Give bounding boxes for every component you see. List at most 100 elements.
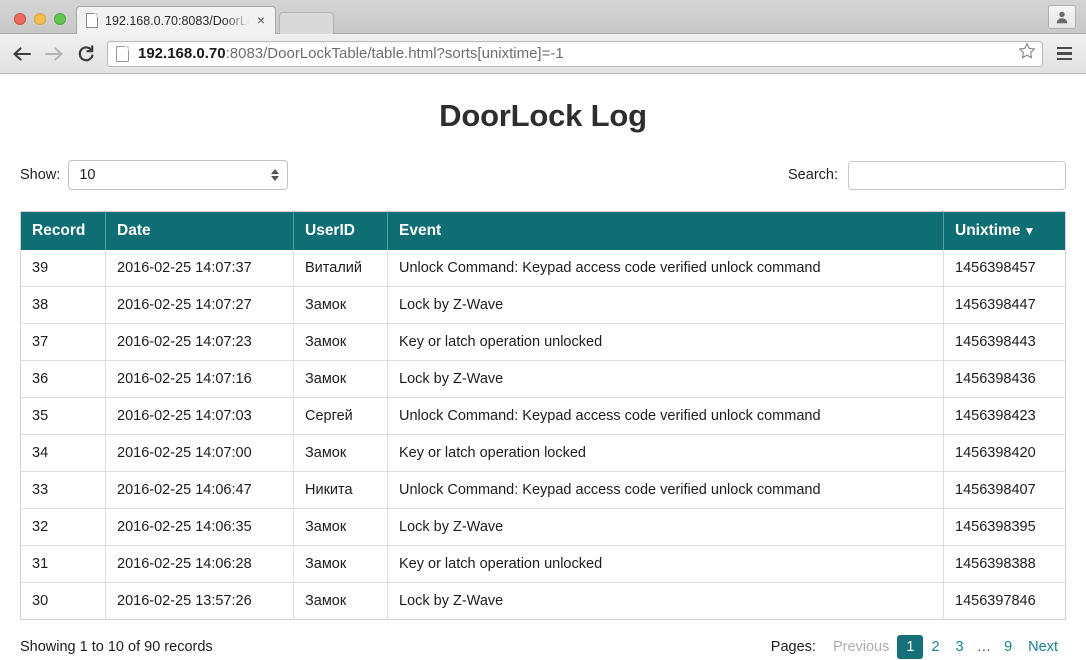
cell-userid: Замок: [294, 509, 388, 546]
cell-userid: Никита: [294, 472, 388, 509]
hamburger-line: [1057, 52, 1072, 55]
column-header-unixtime[interactable]: Unixtime▼: [944, 212, 1066, 251]
reload-icon: [76, 44, 96, 64]
star-icon: [1018, 42, 1036, 60]
minimize-window-button[interactable]: [34, 13, 46, 25]
column-header-record[interactable]: Record: [21, 212, 106, 251]
cell-unixtime: 1456397846: [944, 583, 1066, 620]
maximize-window-button[interactable]: [54, 13, 66, 25]
cell-unixtime: 1456398420: [944, 435, 1066, 472]
pagination-previous[interactable]: Previous: [825, 636, 897, 658]
cell-date: 2016-02-25 14:06:35: [106, 509, 294, 546]
profile-button[interactable]: [1048, 5, 1076, 29]
table-row: 332016-02-25 14:06:47НикитаUnlock Comman…: [21, 472, 1066, 509]
page-favicon-icon: [86, 13, 98, 28]
cell-userid: Замок: [294, 324, 388, 361]
table-header-row: Record Date UserID Event Unixtime▼: [21, 212, 1066, 251]
column-header-date[interactable]: Date: [106, 212, 294, 251]
table-row: 342016-02-25 14:07:00ЗамокKey or latch o…: [21, 435, 1066, 472]
bookmark-star-icon[interactable]: [1018, 42, 1036, 65]
cell-unixtime: 1456398423: [944, 398, 1066, 435]
cell-record: 39: [21, 250, 106, 287]
cell-date: 2016-02-25 14:07:23: [106, 324, 294, 361]
cell-userid: Замок: [294, 361, 388, 398]
forward-button[interactable]: [43, 43, 65, 65]
address-bar[interactable]: 192.168.0.70:8083/DoorLockTable/table.ht…: [107, 41, 1043, 67]
back-button[interactable]: [11, 43, 33, 65]
cell-record: 33: [21, 472, 106, 509]
cell-event: Key or latch operation unlocked: [388, 324, 944, 361]
reload-button[interactable]: [75, 43, 97, 65]
tab-title: 192.168.0.70:8083/DoorLo: [105, 14, 253, 28]
close-window-button[interactable]: [14, 13, 26, 25]
column-header-event[interactable]: Event: [388, 212, 944, 251]
cell-record: 37: [21, 324, 106, 361]
table-row: 392016-02-25 14:07:37ВиталийUnlock Comma…: [21, 250, 1066, 287]
cell-event: Key or latch operation unlocked: [388, 546, 944, 583]
table-row: 362016-02-25 14:07:16ЗамокLock by Z-Wave…: [21, 361, 1066, 398]
browser-tab-active[interactable]: 192.168.0.70:8083/DoorLo ×: [76, 6, 276, 34]
pagination-page-2[interactable]: 2: [923, 636, 947, 658]
hamburger-line: [1057, 47, 1072, 50]
cell-date: 2016-02-25 14:07:00: [106, 435, 294, 472]
cell-record: 38: [21, 287, 106, 324]
column-label-userid: UserID: [305, 222, 355, 239]
cell-unixtime: 1456398395: [944, 509, 1066, 546]
pagination-next[interactable]: Next: [1020, 636, 1066, 658]
table-header: Record Date UserID Event Unixtime▼: [21, 212, 1066, 251]
window-controls: [0, 13, 76, 33]
address-page-icon: [116, 46, 129, 62]
log-table-container: Record Date UserID Event Unixtime▼ 39201…: [20, 211, 1066, 620]
page-title: DoorLock Log: [20, 98, 1066, 134]
pagination: Pages: Previous 123…9 Next: [771, 636, 1066, 658]
cell-unixtime: 1456398443: [944, 324, 1066, 361]
pages-label: Pages:: [771, 639, 816, 655]
table-row: 372016-02-25 14:07:23ЗамокKey or latch o…: [21, 324, 1066, 361]
cell-record: 34: [21, 435, 106, 472]
column-label-event: Event: [399, 222, 441, 239]
pagination-page-9[interactable]: 9: [996, 636, 1020, 658]
search-label: Search:: [788, 167, 838, 183]
table-body: 392016-02-25 14:07:37ВиталийUnlock Comma…: [21, 250, 1066, 620]
browser-window: 192.168.0.70:8083/DoorLo ×: [0, 0, 1086, 74]
new-tab-button[interactable]: [279, 12, 334, 34]
cell-unixtime: 1456398407: [944, 472, 1066, 509]
browser-tabstrip: 192.168.0.70:8083/DoorLo ×: [0, 0, 1086, 34]
pagination-links: 123…9: [897, 639, 1020, 655]
table-row: 382016-02-25 14:07:27ЗамокLock by Z-Wave…: [21, 287, 1066, 324]
cell-event: Unlock Command: Keypad access code verif…: [388, 250, 944, 287]
cell-event: Lock by Z-Wave: [388, 361, 944, 398]
browser-toolbar: 192.168.0.70:8083/DoorLockTable/table.ht…: [0, 34, 1086, 74]
cell-unixtime: 1456398457: [944, 250, 1066, 287]
cell-userid: Замок: [294, 435, 388, 472]
cell-event: Lock by Z-Wave: [388, 509, 944, 546]
cell-date: 2016-02-25 14:07:16: [106, 361, 294, 398]
pagination-page-3[interactable]: 3: [948, 636, 972, 658]
close-tab-icon[interactable]: ×: [253, 13, 269, 29]
table-row: 312016-02-25 14:06:28ЗамокKey or latch o…: [21, 546, 1066, 583]
show-entries-select[interactable]: 10: [68, 160, 288, 190]
cell-record: 35: [21, 398, 106, 435]
column-label-unixtime: Unixtime: [955, 222, 1020, 239]
cell-unixtime: 1456398436: [944, 361, 1066, 398]
table-footer: Showing 1 to 10 of 90 records Pages: Pre…: [20, 634, 1066, 660]
forward-arrow-icon: [44, 46, 64, 62]
cell-date: 2016-02-25 14:06:47: [106, 472, 294, 509]
show-entries-value[interactable]: 10: [68, 160, 288, 190]
hamburger-line: [1057, 58, 1072, 61]
cell-event: Lock by Z-Wave: [388, 287, 944, 324]
person-icon: [1055, 10, 1069, 24]
cell-date: 2016-02-25 14:07:03: [106, 398, 294, 435]
pagination-page-1[interactable]: 1: [897, 635, 923, 659]
search-input[interactable]: [848, 161, 1066, 190]
page-content: DoorLock Log Show: 10 Search: Record Dat…: [0, 98, 1086, 660]
column-label-date: Date: [117, 222, 151, 239]
cell-date: 2016-02-25 14:06:28: [106, 546, 294, 583]
cell-event: Key or latch operation locked: [388, 435, 944, 472]
search-group: Search:: [788, 161, 1066, 190]
showing-records-text: Showing 1 to 10 of 90 records: [20, 639, 213, 655]
cell-userid: Сергей: [294, 398, 388, 435]
cell-date: 2016-02-25 14:07:37: [106, 250, 294, 287]
browser-menu-button[interactable]: [1053, 43, 1075, 65]
column-header-userid[interactable]: UserID: [294, 212, 388, 251]
